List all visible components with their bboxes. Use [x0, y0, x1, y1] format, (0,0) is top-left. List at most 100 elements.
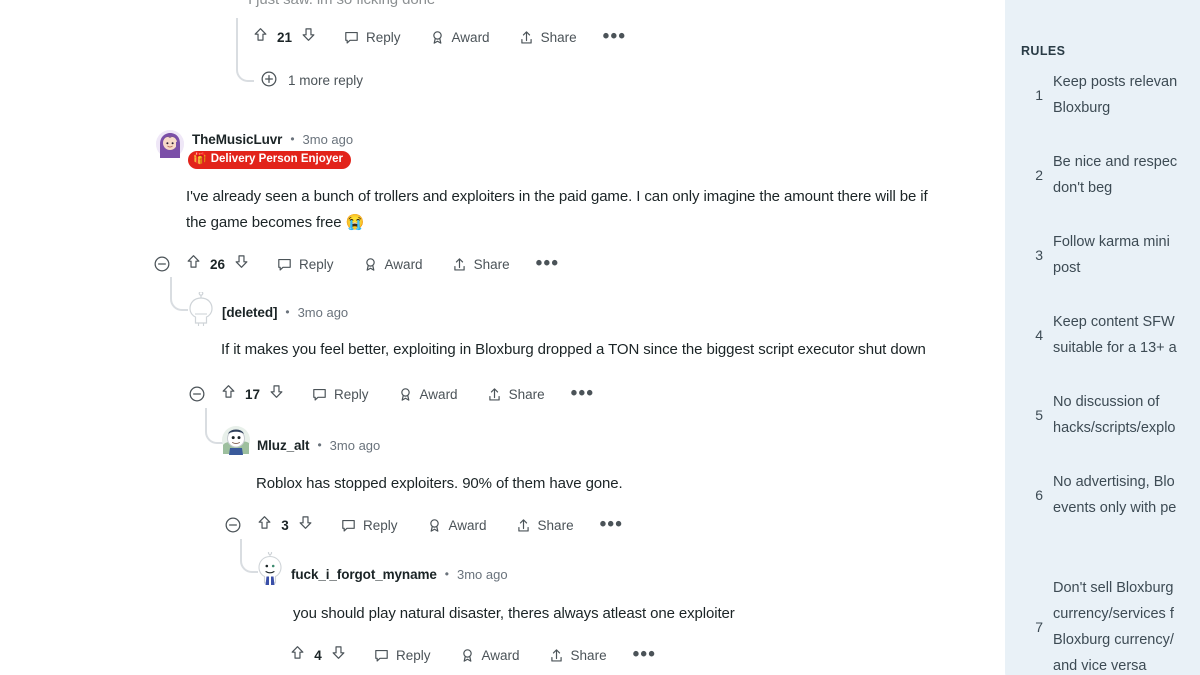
upvote-icon[interactable] [289, 644, 306, 666]
upvote-icon[interactable] [185, 253, 202, 275]
rule-item-7[interactable]: 7 Don't sell Bloxburg currency/services … [1005, 575, 1200, 675]
comment-action-bar-truncated: 21 Reply Award Share ••• [252, 24, 626, 50]
upvote-icon[interactable] [220, 383, 237, 405]
reply-label: Reply [334, 386, 369, 402]
vote-group: 4 [289, 644, 347, 666]
reply-button[interactable]: Reply [311, 386, 369, 403]
comment-body-line1: you should play natural disaster, theres… [293, 605, 735, 622]
author-name[interactable]: Mluz_alt [257, 438, 310, 453]
award-button[interactable]: Award [362, 256, 423, 273]
downvote-icon[interactable] [330, 644, 347, 666]
rules-sidebar: RULES 1 Keep posts relevan Bloxburg 2 Be… [1005, 0, 1200, 675]
more-options-button[interactable]: ••• [571, 385, 595, 403]
comment-action-bar-deleted: 17 Reply Award Share ••• [188, 381, 594, 407]
comment-header-fuck-i-forgot-myname: fuck_i_forgot_myname • 3mo ago [291, 563, 508, 585]
vote-group: 21 [252, 26, 317, 48]
more-replies-button[interactable]: 1 more reply [260, 70, 363, 91]
comment-list: I just saw. im so ficking done 21 [0, 0, 1000, 675]
meta-separator: • [290, 132, 295, 146]
share-button[interactable]: Share [515, 517, 574, 534]
share-icon [486, 386, 503, 403]
comment-body-line1: I've already seen a bunch of trollers an… [186, 188, 928, 205]
author-name[interactable]: fuck_i_forgot_myname [291, 567, 437, 582]
comment-timestamp: 3mo ago [302, 131, 354, 147]
reply-label: Reply [363, 517, 398, 533]
downvote-icon[interactable] [300, 26, 317, 48]
collapse-thread-button[interactable] [188, 385, 206, 403]
rules-heading: RULES [1021, 44, 1066, 58]
flair-emoji-icon: 🎁 [193, 152, 207, 165]
vote-group: 17 [220, 383, 285, 405]
rule-number: 2 [1035, 167, 1043, 183]
reply-button[interactable]: Reply [343, 29, 401, 46]
comment-body-line1: Roblox has stopped exploiters. 90% of th… [256, 475, 623, 492]
more-replies-label: 1 more reply [288, 73, 364, 88]
award-button[interactable]: Award [397, 386, 458, 403]
more-options-button[interactable]: ••• [600, 516, 624, 534]
avatar-fuck-i-forgot-myname[interactable] [255, 550, 283, 585]
rule-item-5[interactable]: 5 No discussion of hacks/scripts/explo [1005, 389, 1200, 441]
rule-text: Don't sell Bloxburg currency/services f … [1053, 580, 1174, 674]
meta-separator: • [285, 305, 290, 319]
award-button[interactable]: Award [429, 29, 490, 46]
rule-item-2[interactable]: 2 Be nice and respec don't beg [1005, 149, 1200, 201]
downvote-icon[interactable] [233, 253, 250, 275]
rule-number: 3 [1035, 247, 1043, 263]
award-button[interactable]: Award [459, 647, 520, 664]
reply-button[interactable]: Reply [276, 256, 334, 273]
rule-text: No discussion of hacks/scripts/explo [1053, 394, 1176, 436]
rule-item-4[interactable]: 4 Keep content SFW suitable for a 13+ a [1005, 309, 1200, 361]
share-label: Share [570, 647, 607, 663]
upvote-icon[interactable] [256, 514, 273, 536]
award-label: Award [451, 29, 490, 45]
downvote-icon[interactable] [268, 383, 285, 405]
rule-item-1[interactable]: 1 Keep posts relevan Bloxburg [1005, 69, 1200, 121]
reply-label: Reply [366, 29, 401, 45]
rule-item-6[interactable]: 6 No advertising, Blo events only with p… [1005, 469, 1200, 521]
share-button[interactable]: Share [486, 386, 545, 403]
share-button[interactable]: Share [451, 256, 510, 273]
comment-body-line2: the game becomes free 😭 [186, 210, 996, 236]
collapse-thread-button[interactable] [153, 255, 171, 273]
upvote-icon[interactable] [252, 26, 269, 48]
share-icon [515, 517, 532, 534]
award-label: Award [384, 256, 423, 272]
comment-timestamp: 3mo ago [297, 304, 349, 320]
share-label: Share [540, 29, 577, 45]
share-button[interactable]: Share [548, 647, 607, 664]
comment-timestamp: 3mo ago [457, 566, 508, 582]
comment-header-deleted: [deleted] • 3mo ago [222, 301, 348, 323]
comment-action-bar-fuck-i-forgot-myname: 4 Reply Award Share ••• [289, 642, 656, 668]
rule-text: No advertising, Blo events only with pe [1053, 474, 1177, 516]
avatar-deleted[interactable] [186, 291, 214, 326]
meta-separator: • [444, 567, 449, 581]
comment-bubble-icon [343, 29, 360, 46]
rule-number: 1 [1035, 87, 1043, 103]
comment-body-line2-text: the game becomes free [186, 214, 346, 231]
author-name[interactable]: TheMusicLuvr [192, 132, 282, 147]
vote-count: 17 [245, 386, 261, 402]
avatar-mluz-alt[interactable] [221, 425, 250, 455]
more-options-button[interactable]: ••• [603, 28, 627, 46]
author-name[interactable]: [deleted] [222, 305, 277, 320]
award-button[interactable]: Award [426, 517, 487, 534]
comment-action-bar-mluz-alt: 3 Reply Award Share ••• [224, 512, 623, 538]
reply-button[interactable]: Reply [340, 517, 398, 534]
avatar-themusicluvr[interactable] [156, 130, 184, 158]
more-options-button[interactable]: ••• [536, 255, 560, 273]
award-label: Award [481, 647, 520, 663]
rule-item-3[interactable]: 3 Follow karma mini post [1005, 229, 1200, 281]
more-options-button[interactable]: ••• [633, 646, 657, 664]
share-icon [518, 29, 535, 46]
comment-bubble-icon [340, 517, 357, 534]
reddit-comment-thread-page: I just saw. im so ficking done 21 [0, 0, 1200, 675]
comment-action-bar-themusicluvr: 26 Reply Award Share ••• [153, 251, 559, 277]
award-label: Award [448, 517, 487, 533]
vote-group: 3 [256, 514, 314, 536]
collapse-thread-button[interactable] [224, 516, 242, 534]
vote-count: 21 [277, 29, 293, 45]
share-button[interactable]: Share [518, 29, 577, 46]
downvote-icon[interactable] [297, 514, 314, 536]
reply-button[interactable]: Reply [373, 647, 431, 664]
share-label: Share [473, 256, 510, 272]
